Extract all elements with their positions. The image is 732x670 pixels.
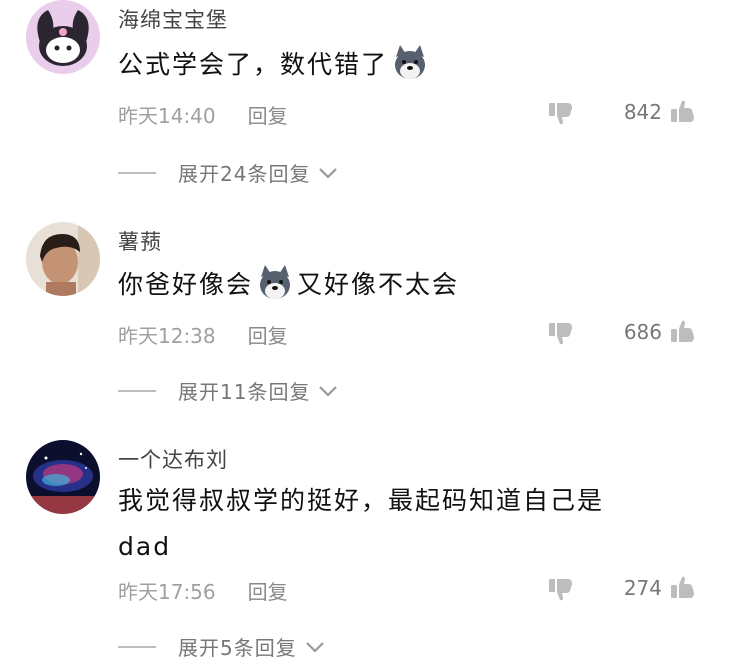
doge-emoji-icon (390, 43, 430, 83)
like-count: 842 (623, 100, 662, 124)
reply-button[interactable]: 回复 (248, 580, 288, 604)
avatar[interactable] (26, 222, 100, 296)
galaxy-avatar-image (26, 440, 100, 514)
thumbs-down-icon[interactable] (548, 100, 574, 126)
chevron-down-icon (305, 641, 324, 653)
username[interactable]: 一个达布刘 (118, 444, 228, 474)
reply-button[interactable]: 回复 (248, 104, 288, 128)
expand-replies-button[interactable]: 展开24条回复 (118, 158, 338, 187)
expand-replies-button[interactable]: 展开11条回复 (118, 376, 338, 405)
like-count: 274 (623, 576, 662, 600)
comment-time: 昨天14:40 (118, 104, 216, 128)
expand-replies-button[interactable]: 展开5条回复 (118, 632, 325, 661)
comment-meta: 昨天12:38 回复 (118, 320, 288, 349)
divider-dash (118, 171, 156, 174)
user-photo-avatar-image (26, 222, 100, 296)
doge-emoji-icon (255, 263, 295, 303)
expand-replies-label: 展开5条回复 (178, 636, 297, 660)
comment-text-part: 公式学会了，数代错了 (118, 50, 389, 79)
expand-replies-label: 展开11条回复 (178, 380, 311, 404)
username[interactable]: 薯蓣 (118, 226, 162, 256)
comment-meta: 昨天17:56 回复 (118, 576, 288, 605)
divider-dash (118, 645, 156, 648)
chevron-down-icon (319, 385, 338, 397)
thumbs-up-icon[interactable] (670, 99, 696, 125)
thumbs-up-icon[interactable] (670, 575, 696, 601)
thumbs-down-icon[interactable] (548, 320, 574, 346)
comment-text-part: 又好像不太会 (297, 270, 460, 299)
comment-time: 昨天17:56 (118, 580, 216, 604)
comment-text: 公式学会了，数代错了 (118, 42, 708, 88)
expand-replies-label: 展开24条回复 (178, 162, 311, 186)
divider-dash (118, 389, 156, 392)
reply-button[interactable]: 回复 (248, 324, 288, 348)
username[interactable]: 海绵宝宝堡 (118, 4, 228, 34)
comment-text-part: 你爸好像会 (118, 270, 254, 299)
comment-text: 我觉得叔叔学的挺好，最起码知道自己是 dad (118, 478, 708, 570)
kuromi-avatar-image (26, 0, 100, 74)
chevron-down-icon (319, 167, 338, 179)
avatar[interactable] (26, 440, 100, 514)
comment-meta: 昨天14:40 回复 (118, 100, 288, 129)
thumbs-down-icon[interactable] (548, 576, 574, 602)
comment-time: 昨天12:38 (118, 324, 216, 348)
like-count: 686 (623, 320, 662, 344)
thumbs-up-icon[interactable] (670, 319, 696, 345)
avatar[interactable] (26, 0, 100, 74)
comment-text: 你爸好像会 又好像不太会 (118, 262, 708, 308)
comment-text-line: 我觉得叔叔学的挺好，最起码知道自己是 (118, 486, 605, 515)
comment-text-line: dad (118, 532, 172, 561)
